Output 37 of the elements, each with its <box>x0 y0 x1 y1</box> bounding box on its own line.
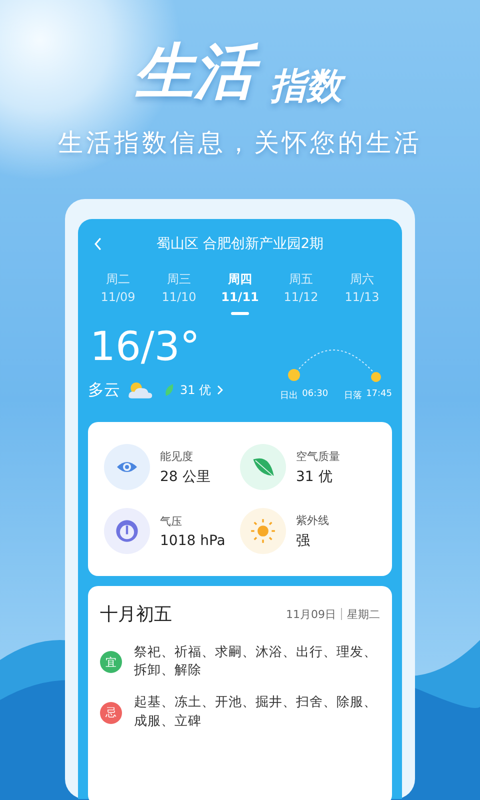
solar-date: 11月09日 <box>286 606 336 622</box>
stat-value: 强 <box>296 532 311 550</box>
almanac-text: 起基、冻土、开池、掘井、扫舍、除服、成服、立碑 <box>134 694 378 731</box>
hero-subtitle: 生活指数信息，关怀您的生活 <box>58 127 422 159</box>
eye-icon <box>104 444 150 490</box>
weekday-text: 星期二 <box>347 606 380 622</box>
stat-label: 气压 <box>160 514 183 528</box>
day-tab[interactable]: 周五 11/12 <box>275 271 327 315</box>
chevron-icon[interactable] <box>217 385 224 395</box>
stat-value: 31 优 <box>296 468 334 486</box>
sun-icon <box>240 508 286 554</box>
location-title: 蜀山区 合肥创新产业园2期 <box>155 235 325 253</box>
day-tab[interactable]: 周二 11/09 <box>92 271 144 315</box>
almanac-text: 祭祀、祈福、求嗣、沐浴、出行、理发、拆卸、解除 <box>134 644 378 680</box>
leaf-icon <box>240 444 286 490</box>
day-tab[interactable]: 周三 11/10 <box>153 271 205 315</box>
temperature: 16/3° <box>90 325 201 369</box>
day-tab[interactable]: 周四 11/11 <box>214 271 266 315</box>
air-quality-link[interactable]: 31 优 <box>180 382 212 398</box>
sunset-time: 17:45 <box>366 389 392 401</box>
hero-title-accent: 指数 <box>268 64 350 108</box>
stat-label: 紫外线 <box>296 512 329 528</box>
auspicious-badge: 宜 <box>100 651 122 674</box>
stat-label: 能见度 <box>160 448 194 464</box>
inauspicious-badge: 忌 <box>100 702 122 724</box>
lunar-date: 十月初五 <box>100 603 173 626</box>
condition-text: 多云 <box>88 380 120 400</box>
stat-value: 1018 hPa <box>160 532 226 548</box>
sunrise-label: 日出 <box>280 390 298 402</box>
leaf-icon <box>164 383 174 397</box>
stat-label: 空气质量 <box>296 448 340 464</box>
sunset-label: 日落 <box>344 390 362 402</box>
stat-value: 28 公里 <box>160 468 210 486</box>
day-tab[interactable]: 周六 11/13 <box>336 271 388 315</box>
back-icon[interactable] <box>94 237 102 251</box>
sunrise-time: 06:30 <box>302 389 328 401</box>
hero-title: 生活 <box>130 36 264 108</box>
